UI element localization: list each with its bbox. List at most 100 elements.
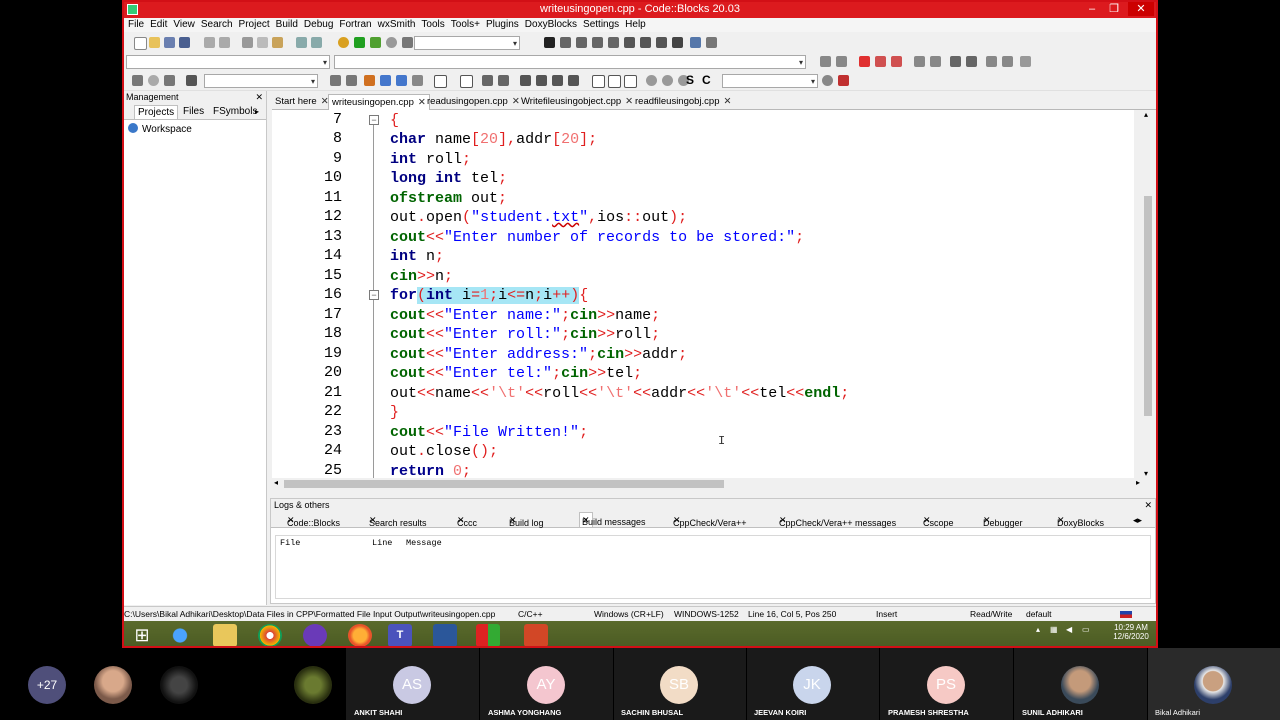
- debug-start-icon[interactable]: [544, 37, 555, 48]
- search-combo[interactable]: ▾: [204, 74, 318, 88]
- codeblocks-taskbar-icon[interactable]: [476, 624, 500, 646]
- frame-icon-1[interactable]: [592, 75, 605, 88]
- scroll-up-icon[interactable]: ▴: [1144, 110, 1148, 119]
- scroll-thumb[interactable]: [284, 480, 724, 488]
- scroll-thumb[interactable]: [1144, 196, 1152, 416]
- debug-info-icon[interactable]: [706, 37, 717, 48]
- tab-readusingopen[interactable]: readusingopen.cpp ✕: [424, 94, 523, 109]
- run-icon[interactable]: [354, 37, 365, 48]
- teams-icon[interactable]: T: [388, 624, 412, 646]
- volume-icon[interactable]: ◀: [1066, 625, 1072, 634]
- fold-marker[interactable]: −: [369, 290, 379, 300]
- comment-icon[interactable]: [950, 56, 961, 67]
- tab-cppcheck[interactable]: CppCheck/Vera++ ✕: [673, 514, 747, 528]
- back-arrow-icon[interactable]: [330, 75, 341, 86]
- build-icon[interactable]: [338, 37, 349, 48]
- align-icon-2[interactable]: [536, 75, 547, 86]
- paste-icon[interactable]: [272, 37, 283, 48]
- uncomment-icon[interactable]: [966, 56, 977, 67]
- build-run-icon[interactable]: [370, 37, 381, 48]
- menu-view[interactable]: View: [173, 18, 195, 32]
- rebuild-icon[interactable]: [386, 37, 397, 48]
- run-to-cursor-icon[interactable]: [560, 37, 571, 48]
- doxy-config-icon[interactable]: [986, 56, 997, 67]
- stop-debugger-icon[interactable]: [672, 37, 683, 48]
- copy-icon[interactable]: [257, 37, 268, 48]
- participant-tile[interactable]: JK JEEVAN KOIRI: [747, 648, 879, 720]
- undo-icon[interactable]: [204, 37, 215, 48]
- step-out-icon[interactable]: [608, 37, 619, 48]
- menu-doxyblocks[interactable]: DoxyBlocks: [525, 18, 577, 32]
- forward-arrow-icon[interactable]: [346, 75, 357, 86]
- next-instruction-icon[interactable]: [624, 37, 635, 48]
- maximize-button[interactable]: ❐: [1104, 2, 1124, 16]
- symbol-icon[interactable]: [186, 75, 197, 86]
- chrome-icon[interactable]: [258, 624, 282, 646]
- next-bookmark-icon[interactable]: [891, 56, 902, 67]
- new-file-icon[interactable]: [134, 37, 147, 50]
- abc-icon[interactable]: [396, 75, 407, 86]
- jump-forward-icon[interactable]: [836, 56, 847, 67]
- firefox-icon[interactable]: [348, 624, 372, 646]
- column-message[interactable]: Message: [406, 538, 442, 548]
- menu-build[interactable]: Build: [276, 18, 298, 32]
- grid-icon-1[interactable]: [482, 75, 493, 86]
- settings-icon[interactable]: [838, 75, 849, 86]
- tab-scroll-icon[interactable]: ◂▸: [1133, 514, 1142, 526]
- column-line[interactable]: Line: [372, 538, 392, 548]
- tab-build-log[interactable]: Build log ✕: [509, 514, 544, 528]
- pencil-icon[interactable]: [364, 75, 375, 86]
- build-target-combo[interactable]: ▾: [414, 36, 520, 50]
- menu-tools-plus[interactable]: Tools+: [451, 18, 480, 32]
- s-icon[interactable]: S: [686, 74, 694, 86]
- participant-tile[interactable]: SUNIL ADHIKARI: [1014, 648, 1147, 720]
- tab-cscope[interactable]: Cscope ✕: [923, 514, 954, 528]
- windows-start-icon[interactable]: ⊞: [130, 624, 154, 646]
- network-icon[interactable]: ▦: [1050, 625, 1058, 634]
- clock[interactable]: 10:29 AM 12/6/2020: [1110, 623, 1152, 641]
- next-line-icon[interactable]: [576, 37, 587, 48]
- more-participants-count[interactable]: +27: [28, 666, 66, 704]
- internet-explorer-icon[interactable]: [168, 624, 192, 646]
- menu-tools[interactable]: Tools: [421, 18, 444, 32]
- symbol-search-combo[interactable]: ▾: [722, 74, 818, 88]
- grid-icon-2[interactable]: [498, 75, 509, 86]
- find-icon[interactable]: [296, 37, 307, 48]
- menu-file[interactable]: File: [128, 18, 144, 32]
- align-icon-4[interactable]: [568, 75, 579, 86]
- tab-doxyblocks[interactable]: DoxyBlocks ✕: [1057, 514, 1104, 528]
- save-all-icon[interactable]: [179, 37, 190, 48]
- jump-back-icon[interactable]: [820, 56, 831, 67]
- tab-search-results[interactable]: Search results ✕: [369, 514, 427, 528]
- zoom-out-icon[interactable]: [662, 75, 673, 86]
- fold-marker[interactable]: −: [369, 115, 379, 125]
- menu-wxsmith[interactable]: wxSmith: [378, 18, 416, 32]
- menu-fortran[interactable]: Fortran: [339, 18, 371, 32]
- menu-project[interactable]: Project: [239, 18, 270, 32]
- more-participants-tile[interactable]: +27: [0, 648, 80, 720]
- editor-horizontal-scrollbar[interactable]: ◂ ▸: [272, 478, 1142, 490]
- wrench-icon[interactable]: [1020, 56, 1031, 67]
- debug-windows-icon[interactable]: [690, 37, 701, 48]
- align-icon-3[interactable]: [552, 75, 563, 86]
- tab-writeusingopen[interactable]: writeusingopen.cpp ✕: [328, 94, 430, 110]
- align-icon-1[interactable]: [520, 75, 531, 86]
- scroll-left-icon[interactable]: ◂: [274, 478, 278, 487]
- pause-icon[interactable]: [656, 37, 667, 48]
- step-into-icon[interactable]: [592, 37, 603, 48]
- tab-cppcheck-messages[interactable]: CppCheck/Vera++ messages ✕: [779, 514, 896, 528]
- menu-search[interactable]: Search: [201, 18, 233, 32]
- wand-icon[interactable]: [412, 75, 423, 86]
- tab-readfileusingobj[interactable]: readfileusingobj.cpp ✕: [632, 94, 734, 109]
- tab-codeblocks-log[interactable]: Code::Blocks ✕: [287, 514, 340, 528]
- tab-build-messages[interactable]: Build messages ✕: [579, 512, 646, 527]
- text-icon[interactable]: [380, 75, 391, 86]
- scroll-down-icon[interactable]: ▾: [1144, 469, 1148, 478]
- rect-icon[interactable]: [460, 75, 473, 88]
- participant-tile[interactable]: PS PRAMESH SHRESTHA: [880, 648, 1013, 720]
- tab-writefileusingobject[interactable]: Writefileusingobject.cpp ✕: [518, 94, 636, 109]
- tab-scroll-icon[interactable]: ▸: [252, 105, 262, 118]
- prev-icon[interactable]: [132, 75, 143, 86]
- cut-icon[interactable]: [242, 37, 253, 48]
- powerpoint-icon[interactable]: [524, 624, 548, 646]
